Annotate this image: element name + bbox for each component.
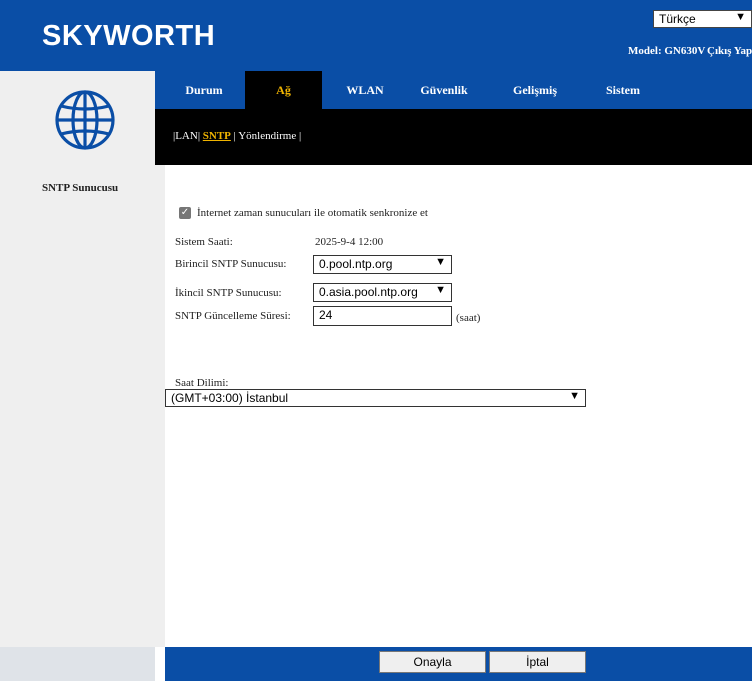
update-interval-value: 24 [319, 308, 333, 322]
chevron-down-icon: ▼ [435, 256, 446, 268]
language-select[interactable]: Türkçe ▼ [653, 10, 752, 28]
left-footer [0, 647, 155, 681]
tab-wlan[interactable]: WLAN [334, 71, 396, 109]
update-interval-label: SNTP Güncelleme Süresi: [175, 310, 291, 322]
update-interval-input[interactable]: 24 [313, 306, 452, 326]
tab-network[interactable]: Ağ [245, 71, 322, 109]
content-separator [155, 165, 165, 647]
primary-sntp-label: Birincil SNTP Sunucusu: [175, 258, 287, 270]
sidebar-item-label: SNTP Sunucusu [42, 182, 119, 194]
update-interval-unit: (saat) [456, 312, 481, 324]
apply-button[interactable]: Onayla [379, 651, 486, 673]
checkmark-icon: ✓ [180, 207, 190, 218]
subnav-sntp[interactable]: SNTP [203, 130, 231, 142]
tab-system[interactable]: Sistem [590, 71, 656, 109]
timezone-select[interactable]: (GMT+03:00) İstanbul ▼ [165, 389, 586, 407]
cancel-button[interactable]: İptal [489, 651, 586, 673]
timezone-label: Saat Dilimi: [175, 377, 229, 389]
subnav-separator: | [298, 130, 302, 142]
secondary-sntp-select[interactable]: 0.asia.pool.ntp.org ▼ [313, 283, 452, 302]
logout-link[interactable]: Çıkış Yap [707, 45, 752, 57]
chevron-down-icon: ▼ [735, 11, 746, 23]
primary-sntp-select[interactable]: 0.pool.ntp.org ▼ [313, 255, 452, 274]
subnav-routing[interactable]: Yönlendirme [238, 130, 296, 142]
model-label: Model: GN630V [628, 45, 706, 57]
auto-sync-label: İnternet zaman sunucuları ile otomatik s… [197, 207, 428, 219]
globe-icon [55, 90, 115, 150]
timezone-value: (GMT+03:00) İstanbul [171, 391, 289, 405]
left-nav [0, 165, 155, 647]
subnav-lan[interactable]: LAN [175, 130, 198, 142]
auto-sync-checkbox[interactable]: ✓ [179, 207, 191, 219]
tab-advanced[interactable]: Gelişmiş [495, 71, 575, 109]
chevron-down-icon: ▼ [569, 390, 580, 402]
secondary-sntp-label: İkincil SNTP Sunucusu: [175, 287, 282, 299]
primary-sntp-value: 0.pool.ntp.org [319, 257, 393, 271]
system-time-value: 2025-9-4 12:00 [315, 236, 384, 248]
subnav: |LAN| SNTP | Yönlendirme | [173, 130, 301, 142]
content-panel [165, 175, 752, 647]
tab-security[interactable]: Güvenlik [407, 71, 481, 109]
language-select-value: Türkçe [659, 12, 696, 26]
secondary-sntp-value: 0.asia.pool.ntp.org [319, 285, 418, 299]
brand-logo: SKYWORTH [42, 20, 216, 52]
chevron-down-icon: ▼ [435, 284, 446, 296]
tab-status[interactable]: Durum [173, 71, 235, 109]
sidebar-item-sntp-server[interactable]: SNTP Sunucusu [0, 165, 155, 205]
system-time-label: Sistem Saati: [175, 236, 233, 248]
